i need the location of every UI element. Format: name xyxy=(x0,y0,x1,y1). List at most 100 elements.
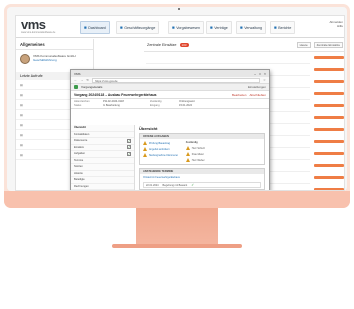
side-menu-label: Termine xyxy=(74,158,84,162)
user-info: VMS Kommunalsoftware GmbH Geschäftsführu… xyxy=(16,50,93,68)
right-panel-header: Zentrale Einsätze 103 Heute Zentrale Ein… xyxy=(144,39,344,52)
assignee-item: Herr Weber xyxy=(185,158,205,162)
task-item[interactable]: Prüfung Bauantrag xyxy=(143,141,178,145)
assignee-label: Frau Meier xyxy=(191,152,204,156)
panel-title: Allgemeines xyxy=(16,39,93,50)
checkbox-icon[interactable]: ✓ xyxy=(127,145,131,150)
nav-tab-label: Geschäftsvorgänge xyxy=(124,25,156,30)
assignee-item: Herr Schulz xyxy=(185,146,205,150)
task-label: Angebot anfordern xyxy=(149,147,170,151)
appointment-row[interactable]: 22.01.2024 Begehung mit Bauamt ✓ xyxy=(143,182,261,188)
nav-tab[interactable]: ■ Berichte xyxy=(270,21,296,34)
document-icon: ▤ xyxy=(20,152,23,157)
nav-tab-label: Verträge xyxy=(214,25,228,30)
star-icon[interactable]: ☆ xyxy=(263,78,266,82)
document-icon: ■ xyxy=(172,25,175,30)
side-menu-label: Einsätze xyxy=(74,145,84,149)
priority-marker xyxy=(314,116,344,119)
back-icon[interactable]: ← xyxy=(74,78,77,82)
chart-icon: ■ xyxy=(274,25,277,30)
stand-neck xyxy=(136,208,218,246)
appointment-subject[interactable]: Ortstermin Feuerwehrgerätehaus xyxy=(143,176,261,179)
document-icon: ▤ xyxy=(20,112,23,117)
folder-icon: ■ xyxy=(120,25,123,30)
status-icon xyxy=(74,85,78,89)
home-icon: ■ xyxy=(84,25,87,30)
settings-link[interactable]: Einstellungen xyxy=(248,85,266,89)
complete-button[interactable]: Abschließen xyxy=(249,93,266,97)
warning-icon xyxy=(143,147,147,151)
stand-foot xyxy=(112,244,242,248)
browser-window[interactable]: VMS – □ × ← → ↻ https://vms.gov.de ☆ Vor… xyxy=(70,69,270,190)
app-header: vms www.vms-kommunalsoftware.de ■ Dashboa… xyxy=(16,16,344,38)
case-title: Vorgang 2024/0118 – Ausbau Feuerwehrgerä… xyxy=(74,92,157,97)
nav-tab-label: Berichte xyxy=(278,25,292,30)
side-menu: Übersicht Kontaktdaten Dokumente ✓ Einsätze ✓… xyxy=(71,125,135,190)
url-input[interactable]: https://vms.gov.de xyxy=(92,77,261,83)
warning-icon xyxy=(143,141,147,145)
help-link[interactable]: Hilfe xyxy=(329,24,343,28)
forward-icon[interactable]: → xyxy=(80,78,83,82)
main-title: Übersicht xyxy=(139,126,158,131)
priority-marker xyxy=(314,176,344,179)
list-item[interactable] xyxy=(146,52,310,64)
assignee-item: Frau Meier xyxy=(185,152,205,156)
user-role[interactable]: Geschäftsführung xyxy=(33,58,76,62)
side-menu-label: Kontaktdaten xyxy=(74,132,90,136)
user-icon xyxy=(185,158,190,162)
side-menu-label: Dokumente xyxy=(74,139,88,143)
check-icon: ✓ xyxy=(191,183,195,187)
browser-titlebar: VMS – □ × xyxy=(71,70,269,77)
nav-tab[interactable]: ■ Verwaltung xyxy=(236,21,266,34)
meta-value: In Bearbeitung xyxy=(103,103,120,107)
screen-bezel: vms www.vms-kommunalsoftware.de ■ Dashboa… xyxy=(7,7,347,191)
user-menu[interactable]: Abmelden Hilfe xyxy=(329,20,343,28)
filter-select[interactable]: Heute xyxy=(296,42,311,48)
meta-key: Eingang xyxy=(150,103,160,107)
appointment-date: 22.01.2024 xyxy=(146,183,159,187)
maximize-icon[interactable]: □ xyxy=(259,72,261,76)
option-select[interactable]: Zentrale Einsätze xyxy=(313,42,343,48)
task-item[interactable]: Angebot anfordern xyxy=(143,147,178,151)
checkbox-icon[interactable]: ✓ xyxy=(127,138,131,143)
edit-button[interactable]: Bearbeiten xyxy=(232,93,247,97)
meta-value: 15.01.2024 xyxy=(179,103,192,107)
screen: vms www.vms-kommunalsoftware.de ■ Dashboa… xyxy=(15,15,345,191)
nav-tab[interactable]: ■ Dashboard xyxy=(80,21,110,34)
document-icon: ▤ xyxy=(20,122,23,127)
nav-tab[interactable]: ■ Verträge xyxy=(206,21,232,34)
task-label: Prüfung Bauantrag xyxy=(149,141,170,145)
document-icon: ▤ xyxy=(20,82,23,87)
document-icon: ▤ xyxy=(20,92,23,97)
column-header: Zuständig xyxy=(185,141,198,144)
imac-monitor: vms www.vms-kommunalsoftware.de ■ Dashboa… xyxy=(4,4,350,208)
user-icon xyxy=(185,146,190,150)
browser-addressbar: ← → ↻ https://vms.gov.de ☆ xyxy=(71,77,269,84)
tasks-group: OFFENE AUFGABEN Prüfung Bauantrag Angebot… xyxy=(139,133,265,165)
side-menu-label: Übersicht xyxy=(74,126,86,130)
task-item[interactable]: Stellungnahme Kämmerei xyxy=(143,153,178,157)
appointments-group: ANSTEHENDE TERMINE Ortstermin Feuerwehrg… xyxy=(139,168,265,190)
count-badge: 103 xyxy=(179,43,189,47)
vms-logo: vms www.vms-kommunalsoftware.de xyxy=(21,17,79,35)
side-menu-label: Historie xyxy=(74,171,83,175)
browser-tab-title[interactable]: VMS xyxy=(74,72,81,76)
priority-marker xyxy=(314,68,344,71)
priority-marker xyxy=(314,56,344,59)
nav-tab-label: Vorgabewesen xyxy=(176,25,200,30)
logo-wordmark: vms xyxy=(21,17,46,32)
document-icon: ▤ xyxy=(20,132,23,137)
priority-marker xyxy=(314,164,344,167)
logo-subtitle: www.vms-kommunalsoftware.de xyxy=(21,31,56,34)
nav-tab[interactable]: ■ Geschäftsvorgänge xyxy=(116,21,160,34)
minimize-icon[interactable]: – xyxy=(254,72,256,76)
reload-icon[interactable]: ↻ xyxy=(86,78,89,82)
checkbox-icon[interactable]: ✓ xyxy=(127,151,131,156)
priority-marker xyxy=(314,128,344,131)
nav-tab[interactable]: ■ Vorgabewesen xyxy=(168,21,204,34)
main-pane: Übersicht OFFENE AUFGABEN Prüfung Bauant… xyxy=(137,125,267,190)
avatar xyxy=(20,54,30,64)
monitor-chin xyxy=(4,191,350,208)
close-icon[interactable]: × xyxy=(264,72,266,76)
side-menu-label: Beteiligte xyxy=(74,178,85,182)
